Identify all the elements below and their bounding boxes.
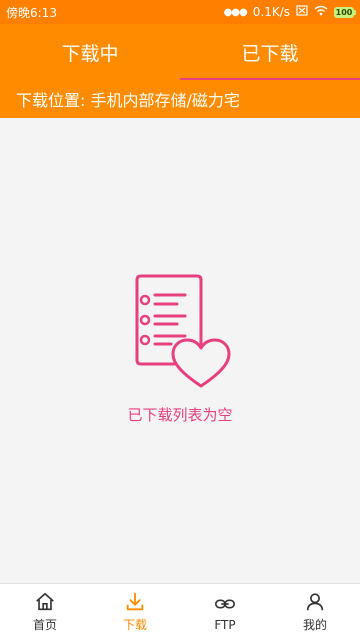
sim-off-icon <box>296 5 308 19</box>
network-speed: 0.1K/s <box>252 5 290 19</box>
empty-state: 已下载列表为空 <box>0 118 360 583</box>
nav-download-label: 下载 <box>122 618 147 632</box>
home-icon <box>36 592 54 611</box>
status-time: 傍晚6:13 <box>6 5 57 20</box>
link-icon <box>215 599 235 608</box>
tab-bar: 下载中 已下载 <box>0 24 360 80</box>
nav-ftp[interactable]: FTP <box>180 584 270 640</box>
nav-profile-label: 我的 <box>302 618 327 632</box>
nav-home[interactable]: 首页 <box>0 584 90 640</box>
status-bar: 傍晚6:13 ●●● 0.1K/s 100 <box>0 0 360 24</box>
profile-icon <box>306 593 324 611</box>
nav-profile[interactable]: 我的 <box>270 584 360 640</box>
tab-downloaded-label: 已下载 <box>241 42 299 65</box>
more-dots-icon: ●●● <box>223 6 248 18</box>
download-location: 下载位置: 手机内部存储/磁力宅 <box>0 80 360 118</box>
empty-list-heart-icon <box>135 274 231 388</box>
nav-ftp-label: FTP <box>214 617 236 632</box>
download-icon <box>126 592 144 611</box>
nav-home-label: 首页 <box>32 618 57 632</box>
wifi-icon <box>314 5 328 19</box>
tab-downloading-label: 下载中 <box>61 42 119 65</box>
nav-download[interactable]: 下载 <box>90 584 180 640</box>
bottom-nav: 首页 下载 FTP 我的 <box>0 583 360 640</box>
status-indicators: ●●● 0.1K/s 100 <box>223 5 356 19</box>
battery-icon: 100 <box>334 6 356 18</box>
empty-state-text: 已下载列表为空 <box>127 406 233 424</box>
tab-downloaded[interactable]: 已下载 <box>180 24 360 80</box>
tab-downloading[interactable]: 下载中 <box>0 24 180 80</box>
